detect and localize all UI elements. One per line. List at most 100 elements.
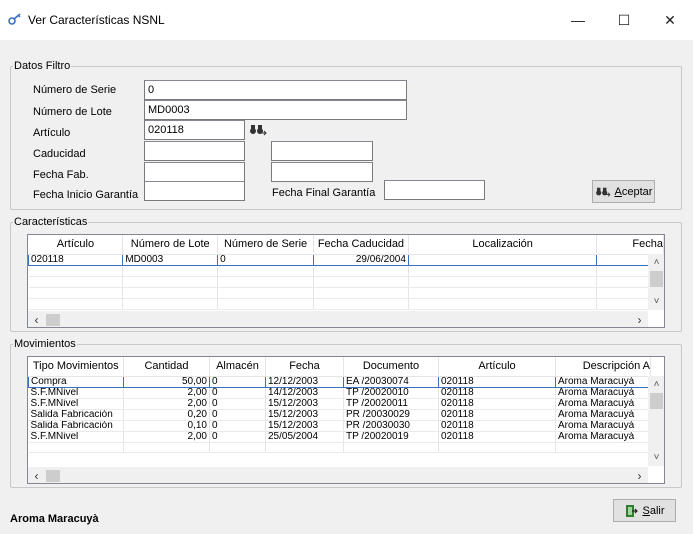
- scroll-left-arrow-icon[interactable]: ‹: [28, 311, 45, 327]
- table-cell[interactable]: PR /20030029: [343, 409, 439, 421]
- fecha-inicio-garantia-input[interactable]: [144, 181, 245, 201]
- table-cell[interactable]: 0: [209, 375, 266, 388]
- table-cell[interactable]: Aroma Maracuyà: [555, 398, 651, 410]
- table-cell[interactable]: 020118: [438, 431, 556, 443]
- table-row[interactable]: S.F.MNivel 2,00 0 15/12/2003 TP /2002001…: [28, 398, 651, 410]
- table-row[interactable]: S.F.MNivel 2,00 0 14/12/2003 TP /2002001…: [28, 387, 651, 399]
- table-cell[interactable]: 020118: [438, 409, 556, 421]
- col-tipo-movimientos[interactable]: Tipo Movimientos: [28, 357, 124, 377]
- caracteristicas-vscroll[interactable]: ˄ ˅: [648, 254, 664, 310]
- caducidad-hasta-input[interactable]: [271, 141, 373, 161]
- scroll-left-arrow-icon[interactable]: ‹: [28, 467, 45, 483]
- table-cell[interactable]: 29/06/2004: [313, 253, 409, 266]
- col-almacen[interactable]: Almacén: [209, 357, 266, 377]
- table-cell[interactable]: TP /20020019: [343, 431, 439, 443]
- table-cell[interactable]: 0: [217, 253, 314, 266]
- table-cell[interactable]: Salida Fabricación: [28, 420, 124, 432]
- table-row[interactable]: Compra 50,00 0 12/12/2003 EA /20030074 0…: [28, 375, 651, 388]
- scroll-up-arrow-icon[interactable]: ˄: [648, 254, 664, 271]
- fecha-fab-hasta-input[interactable]: [271, 162, 373, 182]
- table-row[interactable]: Salida Fabricación 0,20 0 15/12/2003 PR …: [28, 409, 651, 421]
- table-cell[interactable]: Aroma Maracuyà: [555, 387, 651, 399]
- table-cell[interactable]: 0: [209, 431, 266, 443]
- scroll-right-arrow-icon[interactable]: ›: [631, 311, 648, 327]
- numero-lote-input[interactable]: MD0003: [144, 100, 407, 120]
- col-numero-serie[interactable]: Número de Serie: [217, 235, 314, 255]
- table-cell[interactable]: EA /20030074: [343, 375, 439, 388]
- table-cell[interactable]: 0,10: [123, 420, 210, 432]
- table-row[interactable]: S.F.MNivel 2,00 0 25/05/2004 TP /2002001…: [28, 431, 651, 443]
- col-descripcion[interactable]: Descripción A: [555, 357, 651, 377]
- numero-serie-input[interactable]: 0: [144, 80, 407, 100]
- table-cell[interactable]: 020118: [438, 398, 556, 410]
- minimize-button[interactable]: —: [555, 0, 601, 40]
- table-cell[interactable]: Aroma Maracuyà: [555, 420, 651, 432]
- articulo-input[interactable]: 020118: [144, 120, 245, 140]
- table-cell[interactable]: 0: [209, 398, 266, 410]
- table-cell[interactable]: 020118: [438, 375, 556, 388]
- movimientos-grid[interactable]: Tipo Movimientos Cantidad Almacén Fecha …: [27, 356, 665, 484]
- col-numero-lote[interactable]: Número de Lote: [122, 235, 219, 255]
- movimientos-vscroll[interactable]: ˄ ˅: [648, 376, 664, 466]
- caracteristicas-grid[interactable]: Artículo Número de Lote Número de Serie …: [27, 234, 665, 328]
- scroll-up-arrow-icon[interactable]: ˄: [648, 376, 664, 393]
- table-cell[interactable]: Aroma Maracuyà: [555, 431, 651, 443]
- col-articulo[interactable]: Artículo: [28, 235, 124, 255]
- table-cell[interactable]: 0,20: [123, 409, 210, 421]
- table-cell[interactable]: MD0003: [122, 253, 219, 266]
- caracteristicas-hscroll[interactable]: ‹ ›: [28, 311, 648, 327]
- col-fecha-caducidad[interactable]: Fecha Caducidad: [313, 235, 409, 255]
- table-cell[interactable]: TP /20020011: [343, 398, 439, 410]
- close-button[interactable]: ✕: [647, 0, 693, 40]
- col-fecha[interactable]: Fecha: [265, 357, 344, 377]
- aceptar-button[interactable]: Aceptar: [592, 180, 655, 203]
- table-cell[interactable]: TP /20020010: [343, 387, 439, 399]
- scroll-thumb[interactable]: [46, 470, 60, 482]
- table-row[interactable]: Salida Fabricación 0,10 0 15/12/2003 PR …: [28, 420, 651, 432]
- table-cell[interactable]: 0: [209, 420, 266, 432]
- table-cell[interactable]: 020118: [28, 253, 124, 266]
- scroll-down-arrow-icon[interactable]: ˅: [648, 293, 664, 310]
- scroll-down-arrow-icon[interactable]: ˅: [648, 449, 664, 466]
- scroll-thumb[interactable]: [46, 314, 60, 326]
- table-cell[interactable]: 14/12/2003: [265, 387, 344, 399]
- table-cell[interactable]: 2,00: [123, 387, 210, 399]
- scroll-thumb[interactable]: [650, 271, 663, 287]
- binoculars-icon[interactable]: [249, 123, 267, 137]
- col-documento[interactable]: Documento: [343, 357, 439, 377]
- table-cell[interactable]: PR /20030030: [343, 420, 439, 432]
- table-cell[interactable]: 2,00: [123, 431, 210, 443]
- table-cell[interactable]: 0: [209, 409, 266, 421]
- table-cell[interactable]: S.F.MNivel: [28, 398, 124, 410]
- table-cell[interactable]: 15/12/2003: [265, 398, 344, 410]
- movimientos-hscroll[interactable]: ‹ ›: [28, 467, 648, 483]
- table-cell[interactable]: S.F.MNivel: [28, 387, 124, 399]
- table-cell[interactable]: 15/12/2003: [265, 409, 344, 421]
- col-localizacion[interactable]: Localización: [408, 235, 598, 255]
- table-cell[interactable]: 25/05/2004: [265, 431, 344, 443]
- table-cell[interactable]: 0: [209, 387, 266, 399]
- table-cell[interactable]: 50,00: [123, 375, 210, 388]
- table-cell[interactable]: 15/12/2003: [265, 420, 344, 432]
- table-cell[interactable]: Compra: [28, 375, 124, 388]
- table-cell[interactable]: [407, 253, 598, 266]
- scroll-thumb[interactable]: [650, 393, 663, 409]
- caducidad-desde-input[interactable]: [144, 141, 245, 161]
- table-cell[interactable]: Aroma Maracuyà: [555, 375, 651, 388]
- table-cell[interactable]: Salida Fabricación: [28, 409, 124, 421]
- fecha-final-garantia-input[interactable]: [384, 180, 485, 200]
- table-cell[interactable]: 020118: [438, 387, 556, 399]
- table-cell[interactable]: Aroma Maracuyà: [555, 409, 651, 421]
- table-cell[interactable]: 12/12/2003: [265, 375, 344, 388]
- table-cell[interactable]: 2,00: [123, 398, 210, 410]
- fecha-fab-desde-input[interactable]: [144, 162, 245, 182]
- col-cantidad[interactable]: Cantidad: [123, 357, 210, 377]
- col-fecha[interactable]: Fecha: [596, 235, 664, 255]
- salir-button[interactable]: Salir: [613, 499, 676, 522]
- table-cell[interactable]: S.F.MNivel: [28, 431, 124, 443]
- scroll-right-arrow-icon[interactable]: ›: [631, 467, 648, 483]
- maximize-button[interactable]: ☐: [601, 0, 647, 40]
- col-articulo[interactable]: Artículo: [438, 357, 556, 377]
- table-row[interactable]: 020118 MD0003 0 29/06/2004: [28, 253, 664, 266]
- table-cell[interactable]: 020118: [438, 420, 556, 432]
